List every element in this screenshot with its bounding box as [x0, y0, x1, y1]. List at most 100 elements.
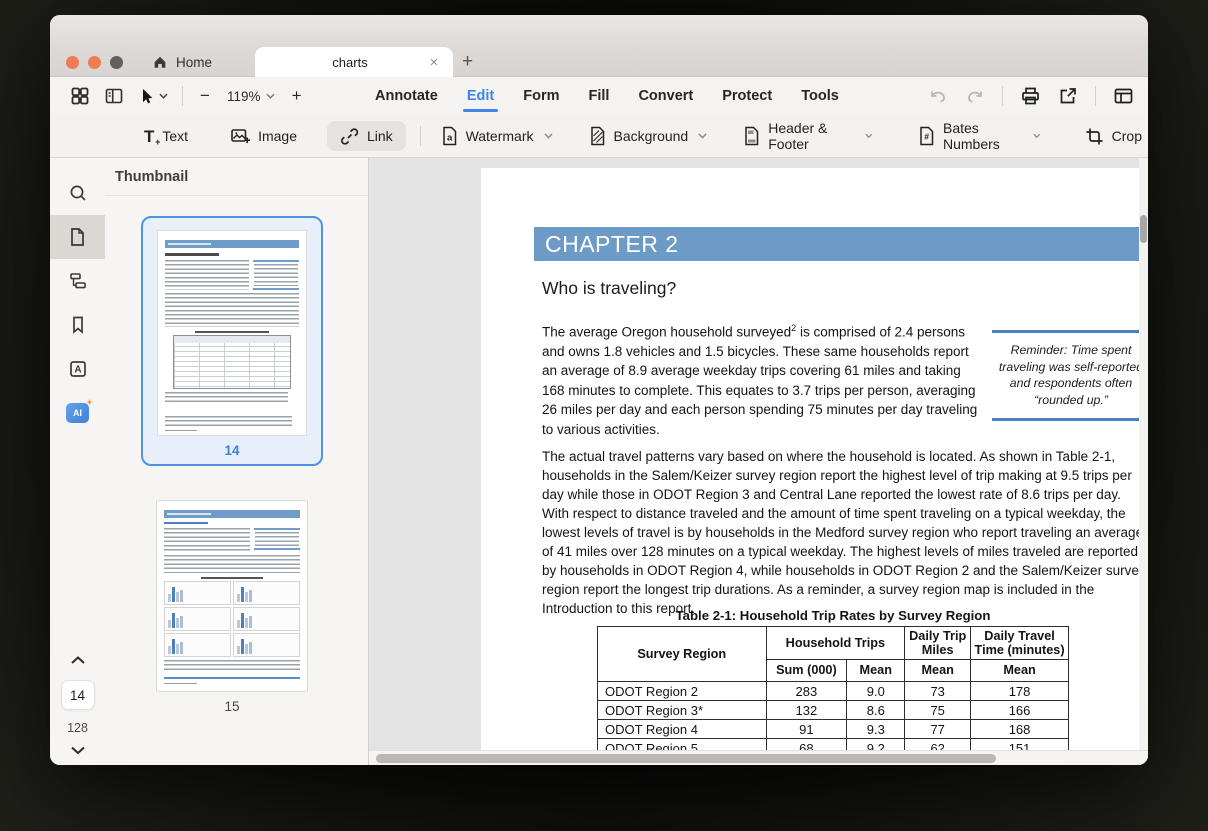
total-pages-label: 128 — [67, 721, 88, 735]
pdf-editor-window: Home charts × + − 119% + Annotate Edit F… — [50, 15, 1148, 765]
close-tab-icon[interactable]: × — [423, 54, 445, 71]
edit-tools-toolbar: T + Text Image Link a Watermark Backgrou… — [50, 115, 1148, 158]
link-icon — [340, 127, 359, 146]
tab-home-label: Home — [176, 54, 213, 70]
vertical-scrollbar[interactable] — [1139, 158, 1148, 765]
header-footer-tool-button[interactable]: Header & Footer — [737, 120, 878, 152]
thumbnail-page-number: 15 — [224, 699, 240, 714]
watermark-tool-button[interactable]: a Watermark — [435, 121, 559, 151]
horizontal-scrollbar-thumb[interactable] — [376, 754, 996, 763]
horizontal-scrollbar[interactable] — [369, 750, 1148, 765]
paragraph-1: The average Oregon household surveyed2 i… — [542, 323, 978, 437]
traffic-light-close[interactable] — [66, 56, 79, 69]
add-text-icon: T + — [144, 126, 161, 147]
header-footer-doc-icon — [743, 126, 760, 146]
current-page-input[interactable]: 14 — [60, 680, 95, 710]
menu-protect[interactable]: Protect — [722, 88, 772, 104]
thumbnail-panel: Thumbnail 14 15 — [105, 158, 368, 765]
undo-icon[interactable] — [928, 87, 948, 105]
sidebar-item-outline[interactable] — [50, 259, 105, 303]
svg-text:#: # — [924, 132, 929, 142]
reminder-side-note: Reminder: Time spent traveling was self-… — [992, 330, 1148, 422]
image-tool-button[interactable]: Image — [224, 121, 303, 151]
background-tool-button[interactable]: Background — [583, 121, 714, 151]
window-tab-bar: Home charts × + — [50, 15, 1148, 77]
document-viewer: CHAPTER 2 Who is traveling? The average … — [368, 158, 1148, 765]
thumbnail-page-number: 14 — [224, 443, 240, 458]
watermark-tool-label: Watermark — [465, 128, 534, 144]
print-icon[interactable] — [1020, 86, 1041, 106]
pdf-page[interactable]: CHAPTER 2 Who is traveling? The average … — [481, 168, 1148, 765]
new-tab-button[interactable]: + — [462, 51, 473, 73]
sparkle-icon: ✦ — [86, 398, 93, 407]
vertical-scrollbar-thumb[interactable] — [1140, 215, 1147, 243]
annotation-letter-icon: A — [69, 361, 86, 377]
select-cursor-tool[interactable] — [138, 87, 168, 105]
zoom-level-value: 119% — [227, 88, 261, 104]
zoom-level-dropdown[interactable]: 119% — [227, 89, 275, 104]
sidebar-item-ai-assistant[interactable]: AI ✦ — [50, 391, 105, 435]
crop-icon — [1085, 127, 1104, 146]
link-tool-label: Link — [367, 128, 393, 144]
tab-home[interactable]: Home — [138, 47, 226, 77]
page-layout-icon[interactable] — [1113, 86, 1134, 106]
section-heading: Who is traveling? — [542, 278, 677, 298]
menu-form[interactable]: Form — [523, 88, 559, 104]
link-tool-button[interactable]: Link — [327, 121, 406, 151]
chevron-down-icon — [698, 133, 707, 139]
traffic-light-fullscreen[interactable] — [110, 56, 123, 69]
export-share-icon[interactable] — [1058, 86, 1078, 106]
col-header-daily-travel-time: Daily Travel Time (minutes) — [970, 626, 1069, 660]
thumbnail-page-14[interactable]: 14 — [141, 216, 323, 466]
bates-numbers-tool-button[interactable]: # Bates Numbers — [912, 120, 1047, 152]
sub-header: Mean — [904, 659, 972, 682]
col-header-daily-trip-miles: Daily Trip Miles — [904, 626, 972, 660]
previous-page-chevron-icon[interactable] — [69, 655, 87, 665]
trip-rates-table: Survey Region Household Trips Daily Trip… — [597, 626, 1069, 758]
menu-edit[interactable]: Edit — [462, 88, 499, 112]
crop-tool-button[interactable]: Crop — [1079, 121, 1148, 151]
background-tool-label: Background — [613, 128, 689, 144]
tab-charts[interactable]: charts × — [255, 47, 453, 77]
sidebar-panel-icon[interactable] — [104, 86, 124, 106]
table-row: ODOT Region 3* 132 8.6 75 166 — [597, 700, 1069, 720]
outline-tree-icon — [69, 273, 86, 289]
thumbnail-preview — [157, 230, 307, 436]
chevron-down-icon — [266, 93, 275, 99]
menu-fill[interactable]: Fill — [588, 88, 609, 104]
text-tool-label: Text — [162, 128, 189, 144]
divider — [419, 126, 421, 146]
traffic-light-minimize[interactable] — [88, 56, 101, 69]
divider — [1002, 86, 1003, 106]
next-page-chevron-icon[interactable] — [69, 745, 87, 755]
header-footer-tool-label: Header & Footer — [768, 120, 828, 152]
sub-header: Mean — [846, 659, 906, 682]
mini-charts — [164, 581, 300, 657]
svg-text:a: a — [447, 133, 453, 144]
zoom-in-button[interactable]: + — [289, 86, 305, 106]
menu-annotate[interactable]: Annotate — [375, 88, 438, 104]
paragraph-2: The actual travel patterns vary based on… — [542, 449, 1146, 616]
image-tool-label: Image — [258, 128, 297, 144]
menu-convert[interactable]: Convert — [638, 88, 693, 104]
menu-tools[interactable]: Tools — [801, 88, 839, 104]
sidebar-item-thumbnails[interactable] — [50, 215, 105, 259]
main-area: A AI ✦ 14 128 Thumbnail 14 15 CHAPTER 2 … — [50, 158, 1148, 765]
page-navigator: 14 128 — [50, 655, 105, 755]
chevron-down-icon — [864, 133, 872, 139]
bates-numbers-tool-label: Bates Numbers — [943, 120, 1000, 152]
zoom-out-button[interactable]: − — [197, 86, 213, 106]
sidebar-item-annotations[interactable]: A — [50, 347, 105, 391]
chevron-down-icon — [1033, 133, 1041, 139]
col-header-household-trips: Household Trips — [765, 626, 906, 660]
redo-icon[interactable] — [965, 87, 985, 105]
divider — [1095, 86, 1096, 106]
text-tool-button[interactable]: T + Text — [138, 121, 194, 151]
sidebar-item-bookmarks[interactable] — [50, 303, 105, 347]
grid-view-icon[interactable] — [70, 86, 90, 106]
home-icon — [152, 54, 168, 70]
thumbnail-preview — [156, 500, 308, 692]
sidebar-item-search[interactable] — [50, 171, 105, 215]
chapter-banner: CHAPTER 2 — [534, 227, 1148, 261]
thumbnail-page-15[interactable]: 15 — [141, 488, 323, 738]
